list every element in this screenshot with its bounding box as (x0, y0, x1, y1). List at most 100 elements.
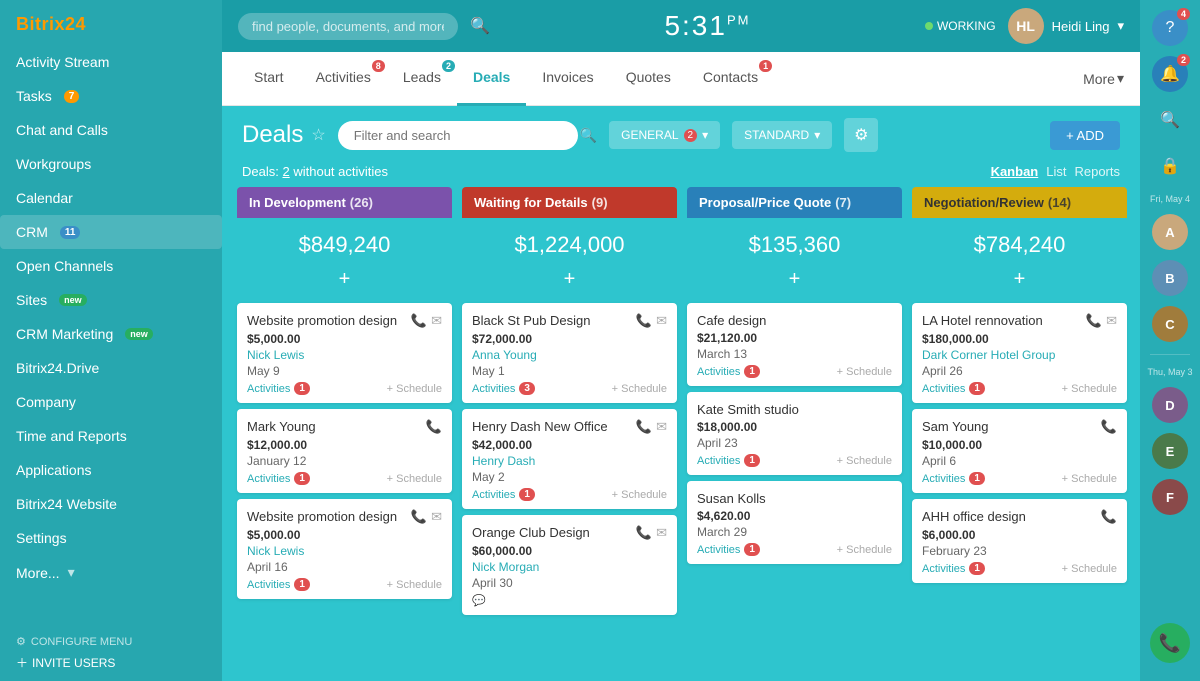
search-input[interactable] (238, 13, 458, 40)
sidebar-item-more[interactable]: More... ▾ (0, 555, 222, 590)
sidebar-item-applications[interactable]: Applications (0, 453, 222, 487)
sidebar-item-workgroups[interactable]: Workgroups (0, 147, 222, 181)
schedule-link[interactable]: + Schedule (837, 455, 892, 467)
contact-avatar-3[interactable]: C (1152, 306, 1188, 342)
deal-card[interactable]: Cafe design $21,120.00 March 13 Activiti… (687, 303, 902, 386)
standard-dropdown[interactable]: STANDARD ▾ (732, 121, 832, 149)
activities-link[interactable]: Activities (247, 473, 290, 485)
tab-quotes[interactable]: Quotes (610, 52, 687, 106)
schedule-link[interactable]: + Schedule (1062, 563, 1117, 575)
schedule-link[interactable]: + Schedule (837, 544, 892, 556)
schedule-link[interactable]: + Schedule (387, 383, 442, 395)
sidebar: Bitrix24 Activity Stream Tasks7 Chat and… (0, 0, 222, 681)
schedule-link[interactable]: + Schedule (612, 489, 667, 501)
deal-card[interactable]: Website promotion design 📞✉ $5,000.00 Ni… (237, 303, 452, 403)
card-date: January 12 (247, 454, 442, 468)
filter-search-input[interactable] (338, 121, 578, 150)
schedule-link[interactable]: + Schedule (387, 473, 442, 485)
search-icon: 🔍 (1160, 110, 1180, 130)
deals-count-link[interactable]: 2 (282, 164, 289, 179)
deal-card[interactable]: LA Hotel rennovation 📞✉ $180,000.00 Dark… (912, 303, 1127, 403)
deal-card[interactable]: Website promotion design 📞✉ $5,000.00 Ni… (237, 499, 452, 599)
reports-view-btn[interactable]: Reports (1074, 164, 1120, 179)
deal-card[interactable]: Henry Dash New Office 📞✉ $42,000.00 Henr… (462, 409, 677, 509)
activities-link[interactable]: Activities (697, 455, 740, 467)
card-icons: 📞✉ (636, 525, 667, 541)
deal-card[interactable]: AHH office design 📞 $6,000.00 February 2… (912, 499, 1127, 583)
sidebar-item-crm[interactable]: CRM11 (0, 215, 222, 249)
schedule-link[interactable]: + Schedule (837, 366, 892, 378)
sidebar-item-tasks[interactable]: Tasks7 (0, 79, 222, 113)
activities-link[interactable]: Activities (922, 563, 965, 575)
schedule-link[interactable]: + Schedule (1062, 383, 1117, 395)
search-panel-icon[interactable]: 🔍 (1152, 102, 1188, 138)
schedule-link[interactable]: + Schedule (1062, 473, 1117, 485)
sidebar-item-sites[interactable]: Sitesnew (0, 283, 222, 317)
activities-link[interactable]: Activities (697, 544, 740, 556)
nav-more[interactable]: More ▾ (1083, 70, 1124, 87)
activities-link[interactable]: Activities (922, 383, 965, 395)
invite-users[interactable]: ＋ INVITE USERS (16, 654, 206, 671)
col-add-negotiation_review[interactable]: + (912, 266, 1127, 297)
deal-card[interactable]: Black St Pub Design 📞✉ $72,000.00 Anna Y… (462, 303, 677, 403)
deal-card[interactable]: Susan Kolls $4,620.00 March 29 Activitie… (687, 481, 902, 564)
card-footer: Activities1 + Schedule (247, 472, 442, 485)
contact-avatar-6[interactable]: F (1152, 479, 1188, 515)
settings-button[interactable]: ⚙ (844, 118, 878, 152)
deal-card[interactable]: Mark Young 📞 $12,000.00 January 12 Activ… (237, 409, 452, 493)
tab-activities[interactable]: Activities 8 (300, 52, 387, 106)
kanban-col-negotiation_review: Negotiation/Review (14) $784,240 + LA Ho… (912, 187, 1127, 681)
col-add-waiting_for_details[interactable]: + (462, 266, 677, 297)
configure-menu[interactable]: ⚙ CONFIGURE MENU (16, 635, 206, 648)
activities-link[interactable]: Activities (922, 473, 965, 485)
list-view-btn[interactable]: List (1046, 164, 1066, 179)
activities-link[interactable]: Activities (472, 489, 515, 501)
bell-icon: 🔔 (1160, 64, 1180, 84)
contact-avatar-2[interactable]: B (1152, 260, 1188, 296)
sidebar-item-bitrix24-website[interactable]: Bitrix24 Website (0, 487, 222, 521)
notifications-icon[interactable]: 🔔 2 (1152, 56, 1188, 92)
sidebar-item-activity-stream[interactable]: Activity Stream (0, 45, 222, 79)
tab-deals[interactable]: Deals (457, 52, 526, 106)
phone-icon: 📞 (636, 419, 652, 435)
star-icon[interactable]: ☆ (311, 125, 325, 145)
tab-invoices[interactable]: Invoices (526, 52, 609, 106)
sidebar-item-crm-marketing[interactable]: CRM Marketingnew (0, 317, 222, 351)
contact-avatar-1[interactable]: A (1152, 214, 1188, 250)
activities-link[interactable]: Activities (247, 383, 290, 395)
add-button[interactable]: + ADD (1050, 121, 1120, 150)
sidebar-item-calendar[interactable]: Calendar (0, 181, 222, 215)
deal-card[interactable]: Orange Club Design 📞✉ $60,000.00 Nick Mo… (462, 515, 677, 615)
sidebar-item-bitrix24-drive[interactable]: Bitrix24.Drive (0, 351, 222, 385)
deal-card[interactable]: Sam Young 📞 $10,000.00 April 6 Activitie… (912, 409, 1127, 493)
general-dropdown[interactable]: GENERAL 2 ▾ (609, 121, 720, 149)
deal-card[interactable]: Kate Smith studio $18,000.00 April 23 Ac… (687, 392, 902, 475)
sidebar-item-time-reports[interactable]: Time and Reports (0, 419, 222, 453)
activities-link[interactable]: Activities (247, 579, 290, 591)
chevron-down-icon: ▾ (1117, 18, 1124, 34)
contact-avatar-5[interactable]: E (1152, 433, 1188, 469)
schedule-link[interactable]: + Schedule (387, 579, 442, 591)
lock-icon[interactable]: 🔒 (1152, 148, 1188, 184)
col-add-proposal_price_quote[interactable]: + (687, 266, 902, 297)
tab-start[interactable]: Start (238, 52, 300, 106)
schedule-link[interactable]: + Schedule (612, 383, 667, 395)
help-icon[interactable]: ? 4 (1152, 10, 1188, 46)
tab-leads[interactable]: Leads 2 (387, 52, 457, 106)
sidebar-item-company[interactable]: Company (0, 385, 222, 419)
contact-avatar-4[interactable]: D (1152, 387, 1188, 423)
card-footer: Activities3 + Schedule (472, 382, 667, 395)
phone-button[interactable]: 📞 (1150, 623, 1190, 663)
col-add-in_development[interactable]: + (237, 266, 452, 297)
activities-link[interactable]: Activities (697, 366, 740, 378)
sidebar-item-chat-calls[interactable]: Chat and Calls (0, 113, 222, 147)
view-buttons: Kanban List Reports (991, 164, 1120, 179)
card-date: April 26 (922, 364, 1117, 378)
sidebar-bottom: ⚙ CONFIGURE MENU ＋ INVITE USERS (0, 625, 222, 681)
kanban-view-btn[interactable]: Kanban (991, 164, 1039, 179)
sidebar-item-settings[interactable]: Settings (0, 521, 222, 555)
tab-contacts[interactable]: Contacts 1 (687, 52, 774, 106)
activities-link[interactable]: Activities (472, 383, 515, 395)
sidebar-item-open-channels[interactable]: Open Channels (0, 249, 222, 283)
user-menu[interactable]: HL Heidi Ling ▾ (1008, 8, 1124, 44)
